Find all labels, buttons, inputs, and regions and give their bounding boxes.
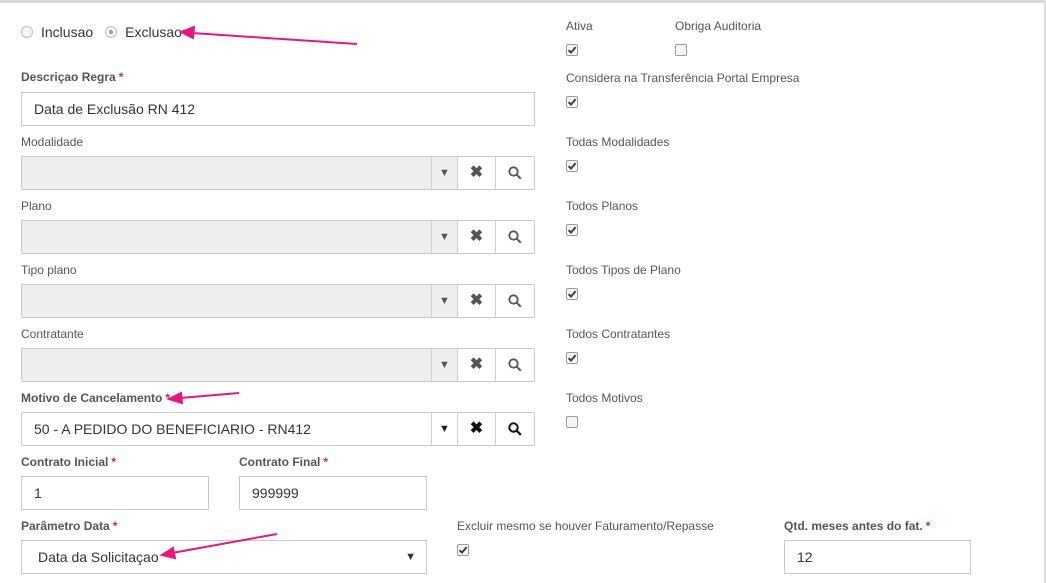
annotation-arrow-exclusao xyxy=(191,32,358,45)
arrow-head-icon xyxy=(159,546,177,560)
arrow-head-icon xyxy=(166,391,184,405)
annotation-arrow-motivo xyxy=(179,392,240,399)
arrow-head-icon xyxy=(178,25,196,40)
annotation-arrow-parametro xyxy=(171,533,278,554)
annotation-arrows xyxy=(159,25,358,560)
